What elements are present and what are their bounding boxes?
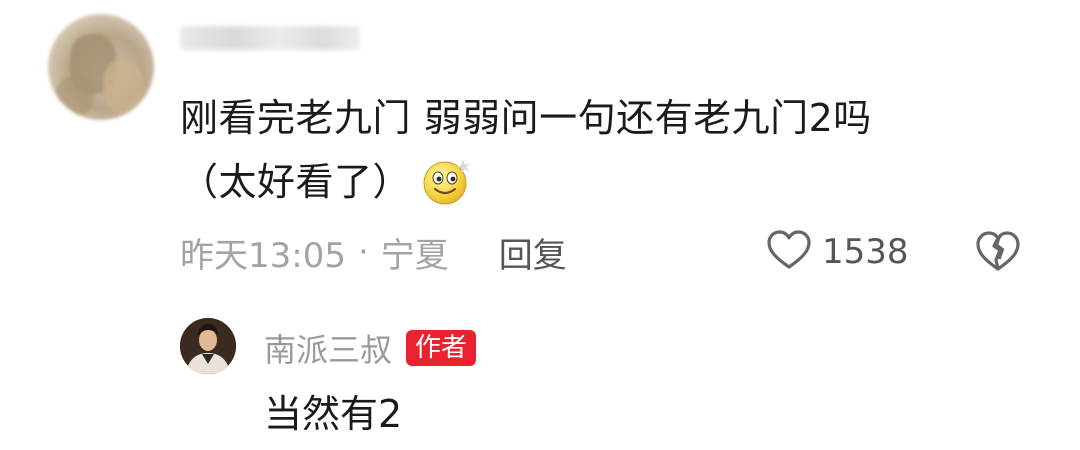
reply-button[interactable]: 回复 [499, 228, 567, 277]
avatar-blur-shape [56, 76, 94, 116]
comment-text-line1: 刚看完老九门 弱弱问一句还有老九门2吗 [180, 96, 872, 140]
heart-icon [766, 229, 812, 275]
avatar-blur-shape [103, 59, 143, 114]
comment-meta: 昨天13:05 · 宁夏 回复 [180, 228, 567, 276]
comment-text-line2: （太好看了） [180, 160, 412, 204]
smile-emoji-icon [421, 155, 473, 207]
author-username[interactable]: 南派三叔 [264, 325, 392, 371]
like-button[interactable]: 1538 [766, 226, 909, 278]
author-avatar[interactable] [180, 318, 236, 374]
comment-timestamp: 昨天13:05 [180, 235, 346, 276]
author-badge: 作者 [406, 330, 477, 366]
like-count: 1538 [822, 232, 909, 272]
reply-body: 当然有2 [264, 392, 403, 436]
commenter-avatar[interactable] [48, 14, 154, 120]
meta-separator: · [357, 232, 369, 272]
commenter-username-redacted[interactable] [180, 26, 360, 50]
broken-heart-icon [974, 231, 1022, 278]
comment-thread: 刚看完老九门 弱弱问一句还有老九门2吗 （太好看了） 昨天13:05 · 宁夏 … [0, 0, 1080, 450]
dislike-button[interactable] [974, 228, 1022, 276]
comment-body: 刚看完老九门 弱弱问一句还有老九门2吗 （太好看了） [180, 86, 1040, 214]
comment-location: 宁夏 [380, 235, 449, 276]
reply-header: 南派三叔 作者 [264, 325, 477, 371]
